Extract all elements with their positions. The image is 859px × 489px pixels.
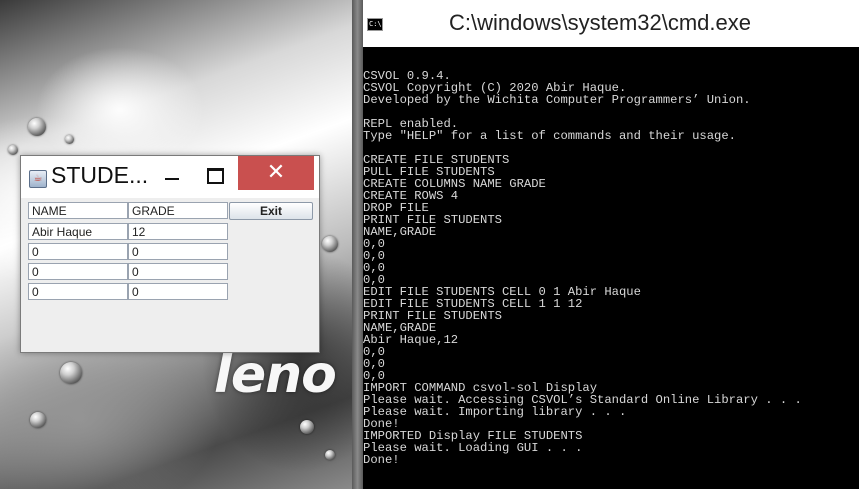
cmd-titlebar[interactable]: C:\ C:\windows\system32\cmd.exe (363, 0, 859, 47)
console-line: 0,0 (363, 261, 385, 275)
maximize-button[interactable] (199, 156, 229, 190)
cell-name[interactable]: 0 (28, 243, 128, 260)
console-line: 0,0 (363, 237, 385, 251)
console-line: 0,0 (363, 357, 385, 371)
console-line: Please wait. Importing library . . . (363, 405, 627, 419)
console-line: CREATE ROWS 4 (363, 189, 459, 203)
console-line: NAME,GRADE (363, 225, 437, 239)
console-line: Developed by the Wichita Computer Progra… (363, 93, 751, 107)
terminal-icon: C:\ (367, 18, 383, 31)
window-title: STUDE... (51, 162, 149, 188)
console-output[interactable]: CSVOL 0.9.4. CSVOL Copyright (C) 2020 Abi… (363, 70, 859, 489)
cmd-window-title: C:\windows\system32\cmd.exe (449, 10, 751, 35)
header-cell-name[interactable]: NAME (28, 202, 128, 219)
java-app-icon: ☕ (29, 170, 47, 188)
close-icon: ✕ (266, 160, 286, 185)
water-drop (60, 362, 82, 384)
cell-grade[interactable]: 12 (128, 223, 228, 240)
exit-button[interactable]: Exit (229, 202, 313, 220)
console-line: PRINT FILE STUDENTS (363, 309, 502, 323)
window-divider (352, 0, 363, 489)
console-line: 0,0 (363, 249, 385, 263)
console-line: Type "HELP" for a list of commands and t… (363, 129, 736, 143)
water-drop (30, 412, 46, 428)
console-line: Abir Haque,12 (363, 333, 459, 347)
water-drop (300, 420, 314, 434)
cell-grade[interactable]: 0 (128, 283, 228, 300)
water-drop (65, 135, 74, 144)
minimize-button[interactable] (157, 156, 187, 190)
cell-name[interactable]: 0 (28, 263, 128, 280)
cell-name[interactable]: 0 (28, 283, 128, 300)
students-table: NAME GRADE Exit Abir Haque 12 0 0 0 0 0 … (27, 201, 313, 347)
water-drop (28, 118, 46, 136)
window-titlebar[interactable]: ☕ STUDE... ✕ (21, 156, 319, 198)
brand-logo: leno (214, 345, 337, 405)
cell-grade[interactable]: 0 (128, 263, 228, 280)
cell-grade[interactable]: 0 (128, 243, 228, 260)
water-drop (325, 450, 335, 460)
header-cell-grade[interactable]: GRADE (128, 202, 228, 219)
cmd-window: C:\ C:\windows\system32\cmd.exe CSVOL 0.… (363, 0, 859, 489)
console-line: Done! (363, 453, 400, 467)
cell-name[interactable]: Abir Haque (28, 223, 128, 240)
water-drop (8, 145, 18, 155)
console-line: 0,0 (363, 345, 385, 359)
students-window: ☕ STUDE... ✕ NAME GRADE Exit Abir Haque … (20, 155, 320, 353)
console-line: Please wait. Loading GUI . . . (363, 441, 583, 455)
close-button[interactable]: ✕ (238, 156, 314, 190)
water-drop (322, 236, 338, 252)
console-line: PRINT FILE STUDENTS (363, 213, 502, 227)
